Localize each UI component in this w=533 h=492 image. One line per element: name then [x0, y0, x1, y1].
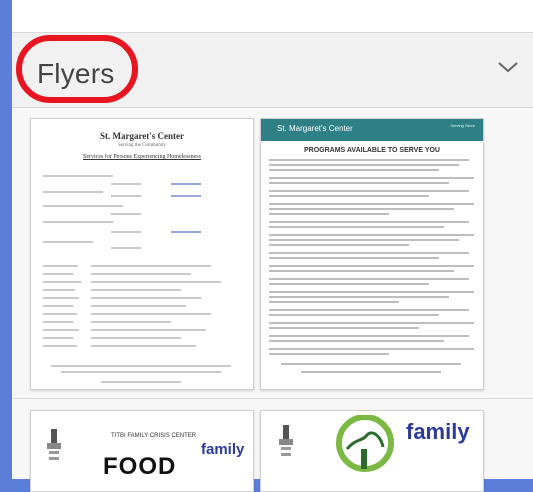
- family-logo: family: [201, 441, 245, 458]
- flyer-doc-title: PROGRAMS AVAILABLE TO SERVE YOU: [303, 147, 440, 154]
- flyer-heading: St. Margaret's Center: [99, 131, 185, 141]
- flyer-thumbnail-family[interactable]: family: [260, 410, 484, 492]
- flyer-org-name: St. Margaret's Center: [277, 124, 353, 133]
- flyer-body-text: [43, 175, 231, 383]
- section-title: Flyers: [37, 58, 115, 89]
- flyer-tagline: Serving Since: [450, 123, 475, 128]
- top-bar: [12, 0, 533, 33]
- flyer-subheading: Serving the Community: [117, 143, 167, 148]
- family-tree-emblem-icon: [336, 415, 394, 472]
- flyer-body-text: [269, 159, 474, 373]
- chevron-down-icon[interactable]: [497, 59, 519, 75]
- flyer-thumbnail-services[interactable]: St. Margaret's Center Serving the Commun…: [30, 118, 254, 390]
- grid-row-divider: [12, 398, 533, 399]
- flyer-thumbnail-food[interactable]: TITBI FAMILY CRISIS CENTER FOOD family: [30, 410, 254, 492]
- flyer-org-name: TITBI FAMILY CRISIS CENTER: [111, 433, 197, 439]
- flyer-thumbnail-programs[interactable]: St. Margaret's Center Serving Since PROG…: [260, 118, 484, 390]
- flyers-section-header[interactable]: Flyers: [12, 33, 533, 108]
- tree-logo-icon: [279, 425, 293, 456]
- family-logo: family: [406, 419, 470, 444]
- flyer-header-bar: St. Margaret's Center Serving Since: [261, 119, 483, 141]
- flyer-doc-title: Services for Persons Experiencing Homele…: [83, 154, 201, 160]
- flyer-headline: FOOD: [103, 453, 177, 480]
- tree-logo-icon: [47, 429, 61, 460]
